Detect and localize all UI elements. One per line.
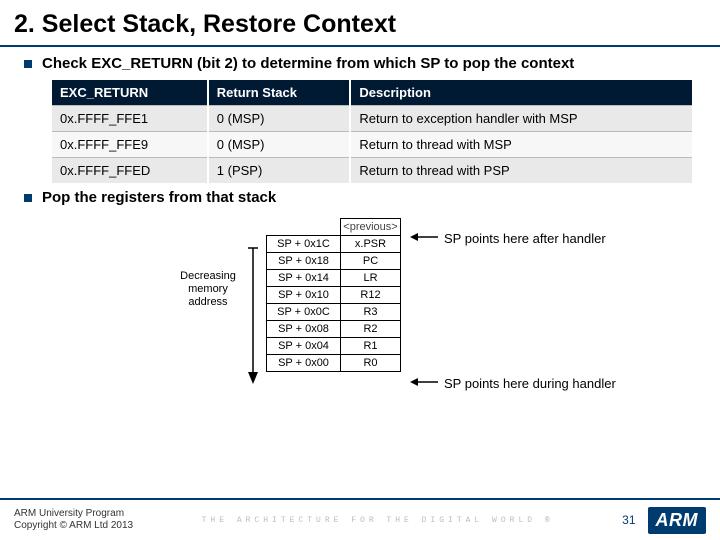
stack-reg: x.PSR <box>341 235 401 252</box>
bullet-pop: Pop the registers from that stack <box>24 189 696 208</box>
page-number: 31 <box>622 513 635 527</box>
stack-addr: SP + 0x1C <box>267 235 341 252</box>
bullet-check: Check EXC_RETURN (bit 2) to determine fr… <box>24 55 696 74</box>
decreasing-memory-label: Decreasing memory address <box>168 270 248 310</box>
table-cell: 0x.FFFF_FFE9 <box>52 131 208 157</box>
left-arrow-icon <box>410 231 438 246</box>
stack-row: <previous> <box>267 218 401 235</box>
table-cell: 0 (MSP) <box>208 105 351 131</box>
stack-addr: SP + 0x08 <box>267 320 341 337</box>
stack-reg: R2 <box>341 320 401 337</box>
table-cell: Return to thread with MSP <box>350 131 692 157</box>
footer-bar: ARM University Program Copyright © ARM L… <box>0 500 720 540</box>
title-rule <box>0 45 720 47</box>
footer-tagline: THE ARCHITECTURE FOR THE DIGITAL WORLD ® <box>133 516 622 525</box>
sp-during-label: SP points here during handler <box>444 376 616 391</box>
stack-reg: PC <box>341 252 401 269</box>
stack-addr: SP + 0x10 <box>267 286 341 303</box>
footer-program: ARM University Program <box>14 508 133 521</box>
stack-reg: R3 <box>341 303 401 320</box>
table-header-row: EXC_RETURN Return Stack Description <box>52 80 692 106</box>
stack-row: SP + 0x00R0 <box>267 354 401 371</box>
stack-row: SP + 0x08R2 <box>267 320 401 337</box>
sp-after-label: SP points here after handler <box>444 231 606 246</box>
stack-row: SP + 0x0CR3 <box>267 303 401 320</box>
stack-reg: R1 <box>341 337 401 354</box>
table-cell: 0x.FFFF_FFED <box>52 157 208 183</box>
stack-row: SP + 0x14LR <box>267 269 401 286</box>
table-cell: 0x.FFFF_FFE1 <box>52 105 208 131</box>
bullet-pop-text: Pop the registers from that stack <box>42 189 276 208</box>
bullet-icon <box>24 194 32 202</box>
slide-content: Check EXC_RETURN (bit 2) to determine fr… <box>0 55 720 414</box>
bullet-icon <box>24 60 32 68</box>
sp-pointer-after: SP points here after handler <box>410 231 606 246</box>
stack-diagram: Decreasing memory address <previous> SP … <box>48 214 718 414</box>
down-arrow-icon <box>246 246 260 384</box>
arm-logo-icon: ARM <box>648 507 707 534</box>
stack-reg: LR <box>341 269 401 286</box>
stack-row: SP + 0x04R1 <box>267 337 401 354</box>
stack-addr <box>267 218 341 235</box>
table-row: 0x.FFFF_FFE9 0 (MSP) Return to thread wi… <box>52 131 692 157</box>
stack-row: SP + 0x18PC <box>267 252 401 269</box>
stack-reg: R12 <box>341 286 401 303</box>
bullet-check-text: Check EXC_RETURN (bit 2) to determine fr… <box>42 55 574 74</box>
footer-right: 31 ARM <box>622 507 706 534</box>
table-cell: 1 (PSP) <box>208 157 351 183</box>
stack-frame-table: <previous> SP + 0x1Cx.PSR SP + 0x18PC SP… <box>266 218 401 372</box>
slide-title: 2. Select Stack, Restore Context <box>0 0 720 45</box>
stack-addr: SP + 0x00 <box>267 354 341 371</box>
table-cell: Return to thread with PSP <box>350 157 692 183</box>
table-row: 0x.FFFF_FFE1 0 (MSP) Return to exception… <box>52 105 692 131</box>
exc-return-table: EXC_RETURN Return Stack Description 0x.F… <box>52 80 692 183</box>
footer-left: ARM University Program Copyright © ARM L… <box>14 508 133 533</box>
stack-row: SP + 0x10R12 <box>267 286 401 303</box>
stack-row: SP + 0x1Cx.PSR <box>267 235 401 252</box>
table-row: 0x.FFFF_FFED 1 (PSP) Return to thread wi… <box>52 157 692 183</box>
stack-addr: SP + 0x14 <box>267 269 341 286</box>
table-cell: Return to exception handler with MSP <box>350 105 692 131</box>
stack-reg: <previous> <box>341 218 401 235</box>
left-arrow-icon <box>410 376 438 391</box>
sp-pointer-during: SP points here during handler <box>410 376 616 391</box>
slide-footer: ARM University Program Copyright © ARM L… <box>0 498 720 540</box>
table-cell: 0 (MSP) <box>208 131 351 157</box>
table-header: Description <box>350 80 692 106</box>
stack-addr: SP + 0x04 <box>267 337 341 354</box>
table-header: Return Stack <box>208 80 351 106</box>
stack-addr: SP + 0x18 <box>267 252 341 269</box>
footer-copyright: Copyright © ARM Ltd 2013 <box>14 520 133 533</box>
stack-reg: R0 <box>341 354 401 371</box>
table-header: EXC_RETURN <box>52 80 208 106</box>
stack-addr: SP + 0x0C <box>267 303 341 320</box>
